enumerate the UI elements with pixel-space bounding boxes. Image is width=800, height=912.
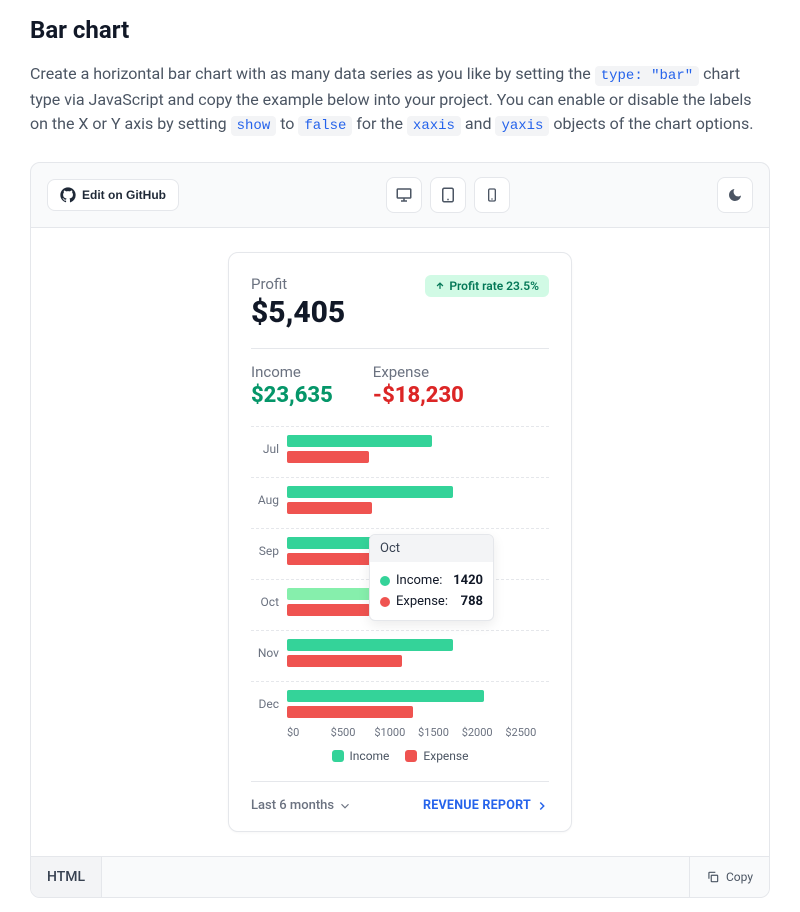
income-bar[interactable] [287,639,453,651]
chart-legend: Income Expense [251,749,549,763]
expense-bar[interactable] [287,451,369,463]
code-type-bar: type: "bar" [595,66,699,86]
github-icon [60,187,76,203]
mobile-icon [484,187,500,203]
expense-bar[interactable] [287,502,372,514]
x-axis: $0$500$1000$1500$2000$2500 [251,726,549,739]
toolbar: Edit on GitHub [31,163,769,228]
income-label: Income [251,363,333,381]
x-tick-label: $2000 [462,726,506,739]
y-category-label: Dec [251,697,279,711]
preview-canvas: Profit $5,405 Profit rate 23.5% Income $… [31,228,769,856]
y-category-label: Nov [251,646,279,660]
mobile-view-button[interactable] [474,177,510,213]
chart-row[interactable]: Dec [251,681,549,718]
chevron-down-icon [338,799,352,813]
legend-income[interactable]: Income [332,749,390,763]
desktop-view-button[interactable] [386,177,422,213]
moon-icon [727,187,743,203]
expense-bar[interactable] [287,706,413,718]
tooltip-title: Oct [370,535,493,562]
section-title: Bar chart [30,16,770,44]
dark-mode-toggle[interactable] [717,177,753,213]
edit-on-github-button[interactable]: Edit on GitHub [47,179,179,211]
income-bar[interactable] [287,435,432,447]
legend-expense[interactable]: Expense [405,749,468,763]
x-tick-label: $0 [287,726,331,739]
tab-html[interactable]: HTML [31,857,102,897]
profit-card: Profit $5,405 Profit rate 23.5% Income $… [228,252,572,832]
expense-bar[interactable] [287,553,378,565]
x-tick-label: $2500 [505,726,549,739]
revenue-report-link[interactable]: REVENUE REPORT [423,798,549,813]
copy-icon [706,870,720,884]
time-range-dropdown[interactable]: Last 6 months [251,798,352,813]
chart-tooltip: Oct Income:1420 Expense:788 [369,534,494,621]
chart-row[interactable]: Nov [251,630,549,667]
profit-value: $5,405 [251,295,345,330]
y-category-label: Sep [251,544,279,558]
example-wrapper: Edit on GitHub Profit $5,405 [30,162,770,898]
bar-chart: Jul Aug Sep Oct Nov Dec $0$500$1000$1500$2000… [251,426,549,763]
tablet-view-button[interactable] [430,177,466,213]
income-bar[interactable] [287,486,453,498]
expense-bar[interactable] [287,604,370,616]
edit-on-github-label: Edit on GitHub [82,188,166,202]
code-false: false [298,116,352,136]
x-tick-label: $1000 [374,726,418,739]
income-value: $23,635 [251,383,333,408]
code-show: show [231,116,277,136]
y-category-label: Aug [251,493,279,507]
copy-button[interactable]: Copy [689,857,769,897]
code-yaxis: yaxis [495,116,549,136]
expense-label: Expense [373,363,464,381]
expense-bar[interactable] [287,655,402,667]
section-description: Create a horizontal bar chart with as ma… [30,62,770,138]
x-tick-label: $500 [331,726,375,739]
y-category-label: Jul [251,442,279,456]
tablet-icon [439,186,457,204]
code-xaxis: xaxis [407,116,461,136]
profit-label: Profit [251,275,345,293]
income-bar[interactable] [287,690,484,702]
x-tick-label: $1500 [418,726,462,739]
expense-value: -$18,230 [373,383,464,408]
arrow-up-icon [435,281,445,291]
desktop-icon [395,186,413,204]
y-category-label: Oct [251,595,279,609]
chevron-right-icon [535,799,549,813]
code-tabs: HTML Copy [31,856,769,897]
chart-row[interactable]: Jul [251,426,549,463]
chart-row[interactable]: Aug [251,477,549,514]
profit-rate-badge: Profit rate 23.5% [425,275,549,297]
